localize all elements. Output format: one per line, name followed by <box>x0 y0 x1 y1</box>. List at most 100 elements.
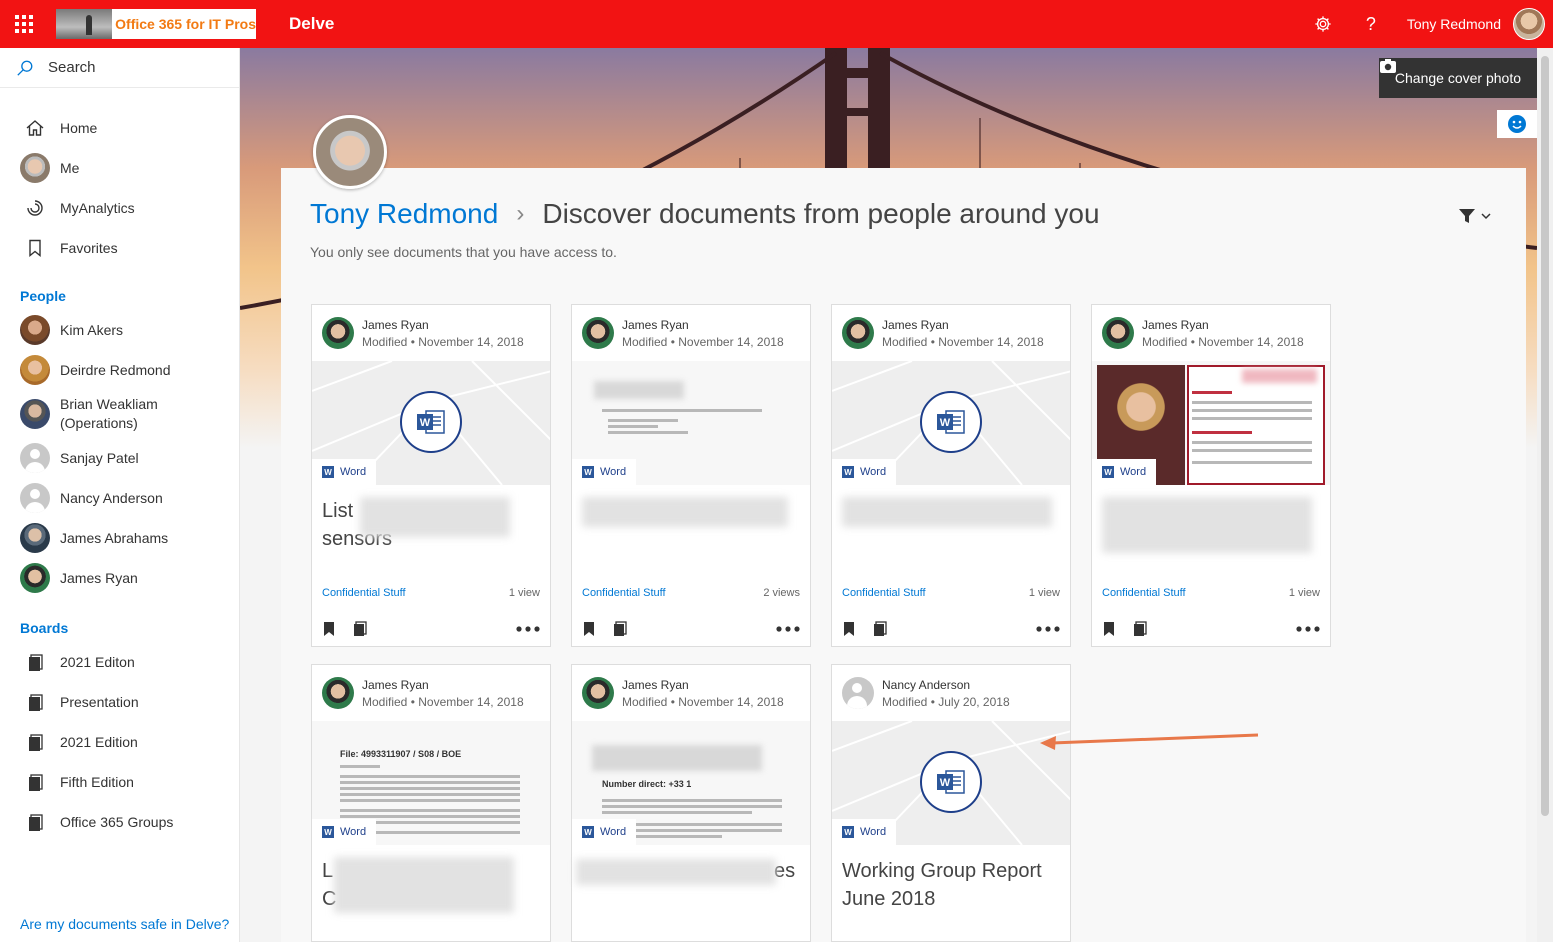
app-launcher-button[interactable] <box>0 0 48 48</box>
person-deirdre-redmond[interactable]: Deirdre Redmond <box>0 350 239 390</box>
card-title[interactable]: es <box>572 845 810 929</box>
profile-photo[interactable] <box>313 115 387 189</box>
word-badge-icon: W <box>322 826 334 838</box>
breadcrumb-profile-name[interactable]: Tony Redmond <box>310 198 498 230</box>
word-icon: W <box>920 391 982 453</box>
card-title[interactable] <box>832 485 1070 569</box>
filter-button[interactable] <box>1458 207 1492 225</box>
document-card[interactable]: James Ryan Modified • November 14, 2018 W… <box>571 304 811 647</box>
settings-button[interactable] <box>1299 0 1347 48</box>
card-author[interactable]: Nancy Anderson <box>882 678 1010 692</box>
board-label: Office 365 Groups <box>60 814 174 830</box>
bookmark-icon[interactable] <box>842 621 856 637</box>
chevron-down-icon <box>1481 213 1491 220</box>
more-options-icon[interactable] <box>776 626 800 632</box>
bookmark-icon[interactable] <box>582 621 596 637</box>
card-title[interactable]: L C <box>312 845 550 929</box>
board-2021-edition[interactable]: 2021 Edition <box>0 722 239 762</box>
card-author[interactable]: James Ryan <box>1142 318 1304 332</box>
nav-home[interactable]: Home <box>0 108 239 148</box>
card-title[interactable] <box>572 485 810 569</box>
nav-me[interactable]: Me <box>0 148 239 188</box>
bookmark-icon[interactable] <box>1102 621 1116 637</box>
card-views: 2 views <box>763 587 800 599</box>
page-title: Discover documents from people around yo… <box>542 198 1100 229</box>
add-to-board-icon[interactable] <box>1132 621 1148 637</box>
card-thumbnail[interactable]: W Word <box>572 361 810 485</box>
more-options-icon[interactable] <box>1296 626 1320 632</box>
card-author[interactable]: James Ryan <box>362 318 524 332</box>
nav-myanalytics[interactable]: MyAnalytics <box>0 188 239 228</box>
change-cover-label: Change cover photo <box>1394 70 1521 86</box>
document-card[interactable]: James Ryan Modified • November 14, 2018 N… <box>571 664 811 942</box>
person-name: Brian Weakliam (Operations) <box>60 396 158 431</box>
user-avatar[interactable] <box>1513 8 1545 40</box>
card-author[interactable]: James Ryan <box>362 678 524 692</box>
card-title[interactable]: List sensors <box>312 485 550 569</box>
org-name: Office 365 for IT Pros <box>115 16 256 32</box>
add-to-board-icon[interactable] <box>612 621 628 637</box>
card-thumbnail[interactable]: W W Word <box>832 361 1070 485</box>
file-type-badge: W Word <box>572 459 637 485</box>
docs-safe-link[interactable]: Are my documents safe in Delve? <box>20 916 229 932</box>
scrollbar[interactable] <box>1537 48 1553 942</box>
change-cover-photo-button[interactable]: Change cover photo <box>1378 58 1537 98</box>
card-thumbnail[interactable]: File: 4993311907 / S08 / BOE W Word <box>312 721 550 845</box>
search-icon <box>17 60 33 76</box>
add-to-board-icon[interactable] <box>872 621 888 637</box>
document-card[interactable]: James Ryan Modified • November 14, 2018 W… <box>1091 304 1331 647</box>
card-author[interactable]: James Ryan <box>622 678 784 692</box>
user-name[interactable]: Tony Redmond <box>1407 16 1501 32</box>
card-views: 1 view <box>1028 587 1060 599</box>
redacted-title <box>1102 497 1312 553</box>
card-author[interactable]: James Ryan <box>882 318 1044 332</box>
card-site-link[interactable]: Confidential Stuff <box>582 587 666 599</box>
card-site-link[interactable]: Confidential Stuff <box>1102 587 1186 599</box>
avatar <box>1102 317 1134 349</box>
feedback-button[interactable] <box>1497 110 1537 138</box>
people-section-title[interactable]: People <box>0 282 239 310</box>
card-title[interactable] <box>1092 485 1330 569</box>
more-options-icon[interactable] <box>516 626 540 632</box>
document-card[interactable]: James Ryan Modified • November 14, 2018 W… <box>311 304 551 647</box>
person-nancy-anderson[interactable]: Nancy Anderson <box>0 478 239 518</box>
card-site-link[interactable]: Confidential Stuff <box>322 587 406 599</box>
person-kim-akers[interactable]: Kim Akers <box>0 310 239 350</box>
card-title[interactable]: Working Group Report June 2018 <box>832 845 1070 929</box>
word-icon: W <box>400 391 462 453</box>
document-card[interactable]: James Ryan Modified • November 14, 2018 F… <box>311 664 551 942</box>
card-thumbnail[interactable]: W W Word <box>832 721 1070 845</box>
nav-favorites[interactable]: Favorites <box>0 228 239 268</box>
person-name: James Abrahams <box>60 530 169 546</box>
board-2021-editon[interactable]: 2021 Editon <box>0 642 239 682</box>
org-logo[interactable]: Office 365 for IT Pros <box>56 9 256 39</box>
person-james-ryan[interactable]: James Ryan <box>0 558 239 598</box>
board-fifth-edition[interactable]: Fifth Edition <box>0 762 239 802</box>
add-to-board-icon[interactable] <box>352 621 368 637</box>
card-site-link[interactable]: Confidential Stuff <box>842 587 926 599</box>
more-options-icon[interactable] <box>1036 626 1060 632</box>
board-office-365-groups[interactable]: Office 365 Groups <box>0 802 239 842</box>
redacted-title <box>582 497 788 527</box>
search-box[interactable] <box>0 48 239 88</box>
preview-page <box>1187 365 1325 485</box>
app-name[interactable]: Delve <box>289 14 334 34</box>
word-badge-icon: W <box>842 466 854 478</box>
card-author[interactable]: James Ryan <box>622 318 784 332</box>
board-presentation[interactable]: Presentation <box>0 682 239 722</box>
board-icon <box>29 734 43 751</box>
boards-section-title[interactable]: Boards <box>0 614 239 642</box>
person-brian-weakliam[interactable]: Brian Weakliam (Operations) <box>0 390 239 438</box>
card-thumbnail[interactable]: Number direct: +33 1 W Word <box>572 721 810 845</box>
person-sanjay-patel[interactable]: Sanjay Patel <box>0 438 239 478</box>
card-thumbnail[interactable]: W Word <box>1092 361 1330 485</box>
scrollbar-thumb[interactable] <box>1541 56 1549 816</box>
document-card[interactable]: James Ryan Modified • November 14, 2018 W… <box>831 304 1071 647</box>
help-button[interactable]: ? <box>1347 0 1395 48</box>
person-james-abrahams[interactable]: James Abrahams <box>0 518 239 558</box>
board-icon <box>29 814 43 831</box>
bookmark-icon[interactable] <box>322 621 336 637</box>
card-thumbnail[interactable]: W W Word <box>312 361 550 485</box>
search-input[interactable] <box>48 59 228 76</box>
document-card[interactable]: Nancy Anderson Modified • July 20, 2018 W… <box>831 664 1071 942</box>
